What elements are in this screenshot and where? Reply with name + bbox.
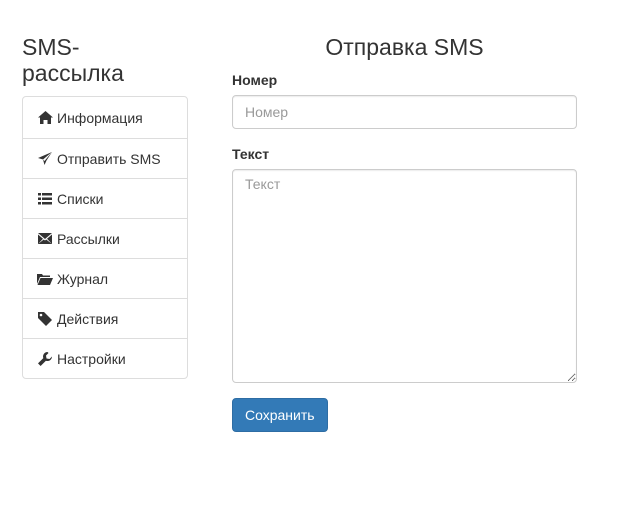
sidebar-item-label: Действия xyxy=(57,310,119,327)
tag-icon xyxy=(37,311,53,326)
sidebar-item-settings[interactable]: Настройки xyxy=(23,338,187,378)
page-title: Отправка SMS xyxy=(325,34,484,60)
sidebar-item-label: Настройки xyxy=(57,350,126,367)
envelope-icon xyxy=(37,232,53,246)
send-icon xyxy=(37,152,53,166)
sidebar-item-send-sms[interactable]: Отправить SMS xyxy=(23,138,187,178)
home-icon xyxy=(37,111,53,125)
save-button[interactable]: Сохранить xyxy=(232,398,328,432)
sidebar-item-label: Журнал xyxy=(57,270,109,287)
sidebar-item-info[interactable]: Информация xyxy=(23,97,187,138)
app-title: SMS-рассылка xyxy=(22,34,124,86)
text-label: Текст xyxy=(232,146,270,162)
sidebar-item-label: Информация xyxy=(57,109,143,126)
sidebar-item-mailings[interactable]: Рассылки xyxy=(23,218,187,258)
text-textarea[interactable] xyxy=(232,169,577,383)
sidebar-item-actions[interactable]: Действия xyxy=(23,298,187,338)
list-icon xyxy=(37,192,53,206)
number-label: Номер xyxy=(232,72,278,88)
folder-open-icon xyxy=(37,272,53,286)
sidebar-item-label: Рассылки xyxy=(57,230,120,247)
sidebar-item-label: Списки xyxy=(57,190,104,207)
sidebar-item-lists[interactable]: Списки xyxy=(23,178,187,218)
number-input[interactable] xyxy=(232,95,577,129)
sidebar-nav: Информация Отправить SMS Списки Рассылки… xyxy=(22,96,188,379)
wrench-icon xyxy=(37,351,53,366)
sidebar-item-label: Отправить SMS xyxy=(57,150,161,167)
sidebar-item-journal[interactable]: Журнал xyxy=(23,258,187,298)
